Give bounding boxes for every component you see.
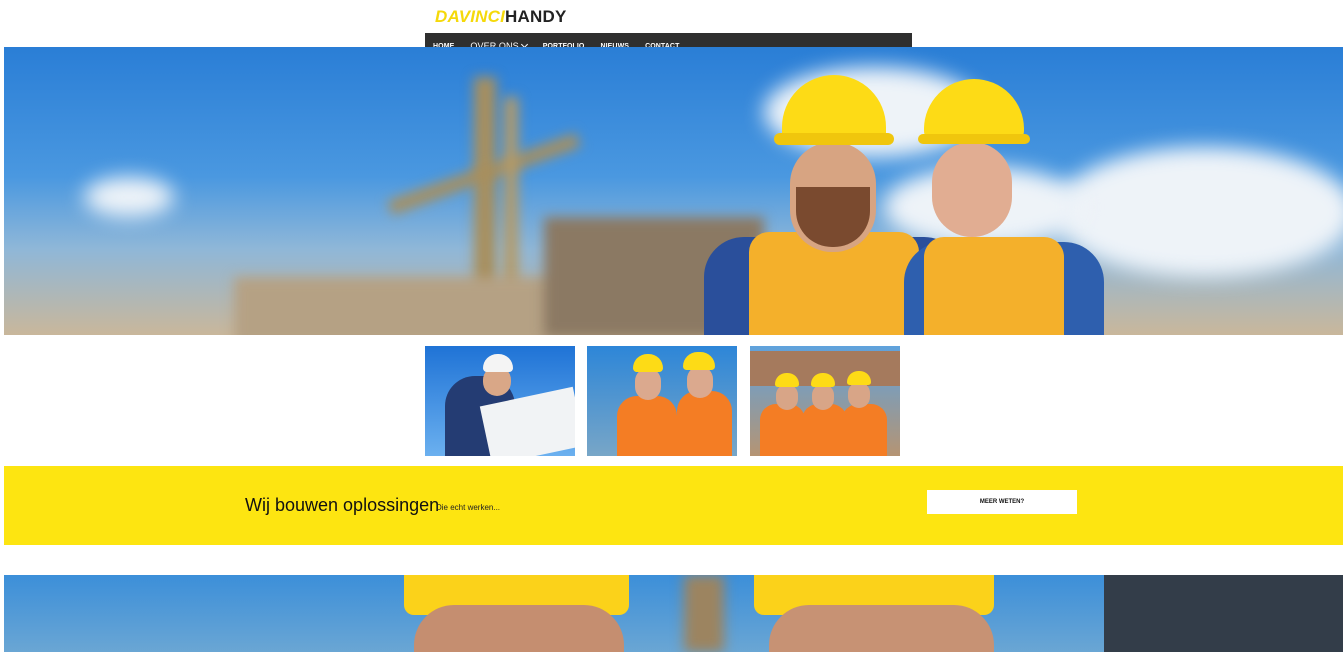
cta-banner: Wij bouwen oplossingen Die echt werken..…	[4, 466, 1343, 545]
meer-weten-button[interactable]: MEER WETEN?	[927, 490, 1077, 514]
thumbnail-two-workers[interactable]	[587, 346, 737, 456]
thumbnail-engineer[interactable]	[425, 346, 575, 456]
hero-image	[4, 47, 1343, 335]
banner-subtitle: Die echt werken...	[436, 503, 501, 512]
banner-title: Wij bouwen oplossingen	[245, 495, 440, 515]
site-logo[interactable]: DAVINCIHANDY	[435, 7, 566, 27]
logo-part-davinci: DAVINCI	[435, 7, 506, 26]
secondary-hero-image	[4, 575, 1343, 652]
thumbnail-three-workers[interactable]	[750, 346, 900, 456]
logo-part-handy: HANDY	[505, 7, 567, 26]
